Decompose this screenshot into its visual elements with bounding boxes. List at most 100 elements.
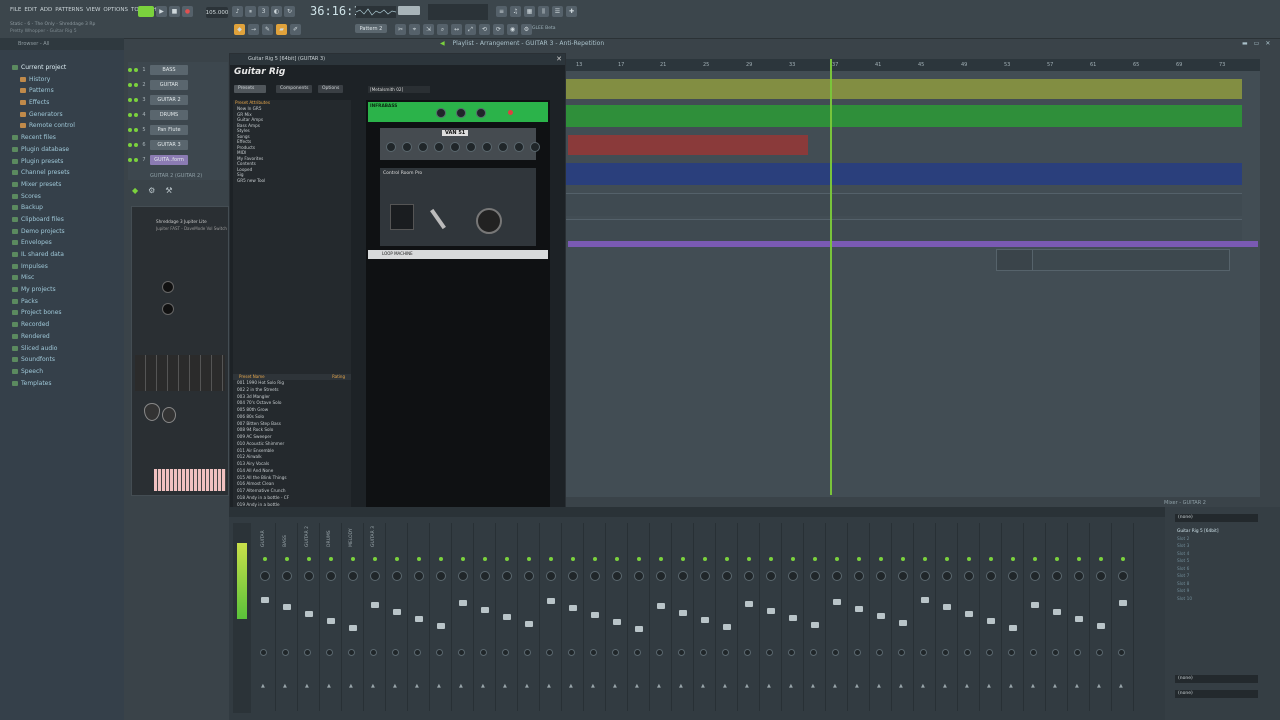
track-enable-led[interactable] xyxy=(527,557,531,561)
channel-rack-icon[interactable]: ▦ xyxy=(524,6,535,17)
pan-knob[interactable] xyxy=(898,571,908,581)
pan-knob[interactable] xyxy=(722,571,732,581)
mute-led[interactable] xyxy=(128,142,132,147)
track-enable-led[interactable] xyxy=(703,557,707,561)
browser-item[interactable]: Recent files xyxy=(12,132,124,144)
mixer-strip[interactable]: ▲ xyxy=(607,523,628,711)
stereo-knob[interactable] xyxy=(898,649,905,656)
volume-fader[interactable] xyxy=(613,619,621,625)
stereo-knob[interactable] xyxy=(942,649,949,656)
mixer-strip[interactable]: ▲ xyxy=(585,523,606,711)
tool-icon-6[interactable]: ⤢ xyxy=(465,24,476,35)
mixer-strip[interactable]: DRUMS ▲ xyxy=(321,523,342,711)
pan-knob[interactable] xyxy=(1008,571,1018,581)
tool-icon-3[interactable]: ⇲ xyxy=(423,24,434,35)
route-arrow-icon[interactable]: ▲ xyxy=(657,683,661,689)
countdown-icon[interactable]: 3 xyxy=(258,6,269,17)
stereo-knob[interactable] xyxy=(964,649,971,656)
volume-fader[interactable] xyxy=(943,604,951,610)
pan-knob[interactable] xyxy=(436,571,446,581)
stereo-knob[interactable] xyxy=(414,649,421,656)
tempo-display[interactable]: 105.000 xyxy=(206,7,228,18)
track-enable-led[interactable] xyxy=(593,557,597,561)
track-enable-led[interactable] xyxy=(373,557,377,561)
stereo-knob[interactable] xyxy=(744,649,751,656)
stereo-knob[interactable] xyxy=(304,649,311,656)
route-arrow-icon[interactable]: ▲ xyxy=(1119,683,1123,689)
volume-fader[interactable] xyxy=(547,598,555,604)
pat-song-toggle[interactable] xyxy=(138,6,154,17)
pan-knob[interactable] xyxy=(1030,571,1040,581)
track-enable-led[interactable] xyxy=(285,557,289,561)
track-enable-led[interactable] xyxy=(351,557,355,561)
browser-item[interactable]: Demo projects xyxy=(12,226,124,238)
preset-item[interactable]: 012 Airwalk xyxy=(233,454,351,461)
route-arrow-icon[interactable]: ▲ xyxy=(745,683,749,689)
route-arrow-icon[interactable]: ▲ xyxy=(349,683,353,689)
browser-item[interactable]: Project bones xyxy=(12,307,124,319)
metronome-icon[interactable]: ♪ xyxy=(232,6,243,17)
stereo-knob[interactable] xyxy=(524,649,531,656)
power-led[interactable] xyxy=(508,110,513,115)
menu-edit[interactable]: EDIT xyxy=(24,7,37,13)
clip-guitar-2[interactable] xyxy=(566,105,1242,127)
browser-item[interactable]: Packs xyxy=(12,296,124,308)
amp-knob[interactable] xyxy=(514,142,524,152)
piano-keyboard[interactable] xyxy=(154,469,226,491)
route-arrow-icon[interactable]: ▲ xyxy=(547,683,551,689)
fx-slot[interactable]: Slot 3 xyxy=(1165,543,1280,551)
volume-fader[interactable] xyxy=(261,597,269,603)
menu-patterns[interactable]: PATTERNS xyxy=(55,7,83,13)
route-arrow-icon[interactable]: ▲ xyxy=(679,683,683,689)
route-arrow-icon[interactable]: ▲ xyxy=(811,683,815,689)
tool-icon-1[interactable]: ✂ xyxy=(395,24,406,35)
track-enable-led[interactable] xyxy=(483,557,487,561)
mixer-strip[interactable]: ▲ xyxy=(695,523,716,711)
mixer-strip[interactable]: ▲ xyxy=(519,523,540,711)
mixer-strip[interactable]: BASS ▲ xyxy=(277,523,298,711)
playlist[interactable]: 13 17 21 25 29 33 37 41 45 49 53 57 61 6… xyxy=(566,59,1260,497)
volume-fader[interactable] xyxy=(833,599,841,605)
stereo-knob[interactable] xyxy=(1118,649,1125,656)
pan-knob[interactable] xyxy=(568,571,578,581)
module-knob[interactable] xyxy=(436,108,446,118)
pan-knob[interactable] xyxy=(304,571,314,581)
tool-icon-4[interactable]: ⌕ xyxy=(437,24,448,35)
route-arrow-icon[interactable]: ▲ xyxy=(481,683,485,689)
instrument-preset[interactable]: Jupiter FAST - DaveMode Vol Switch xyxy=(156,226,228,231)
clip-guitar[interactable] xyxy=(566,79,1242,99)
mixer-strip[interactable]: ▲ xyxy=(629,523,650,711)
amp-knob[interactable] xyxy=(418,142,428,152)
stereo-knob[interactable] xyxy=(480,649,487,656)
browser-item[interactable]: Generators xyxy=(12,109,124,121)
mute-led[interactable] xyxy=(128,82,132,87)
track-enable-led[interactable] xyxy=(813,557,817,561)
channel-row[interactable]: 6 GUITAR 3 xyxy=(128,137,228,152)
pan-knob[interactable] xyxy=(1074,571,1084,581)
mixer-strip[interactable]: ▲ xyxy=(1047,523,1068,711)
browser-item[interactable]: Mixer presets xyxy=(12,179,124,191)
volume-fader[interactable] xyxy=(371,602,379,608)
preset-item[interactable]: 016 Almost Clean xyxy=(233,481,351,488)
volume-fader[interactable] xyxy=(481,607,489,613)
route-arrow-icon[interactable]: ▲ xyxy=(833,683,837,689)
clip-melody[interactable] xyxy=(568,241,1258,247)
wrench-icon[interactable]: ⚒ xyxy=(165,186,172,195)
route-arrow-icon[interactable]: ▲ xyxy=(877,683,881,689)
mixer-strip[interactable]: GUITAR 3 ▲ xyxy=(365,523,386,711)
amp-knob[interactable] xyxy=(498,142,508,152)
channel-row[interactable]: 2 GUITAR xyxy=(128,77,228,92)
pan-knob[interactable] xyxy=(414,571,424,581)
stereo-knob[interactable] xyxy=(876,649,883,656)
route-arrow-icon[interactable]: ▲ xyxy=(569,683,573,689)
browser-item[interactable]: Channel presets xyxy=(12,167,124,179)
track-enable-led[interactable] xyxy=(967,557,971,561)
mute-led[interactable] xyxy=(128,157,132,162)
volume-fader[interactable] xyxy=(987,618,995,624)
mixer-strip[interactable]: ▲ xyxy=(563,523,584,711)
pan-knob[interactable] xyxy=(920,571,930,581)
volume-fader[interactable] xyxy=(899,620,907,626)
mixer-strip[interactable]: ▲ xyxy=(981,523,1002,711)
preset-item[interactable]: 017 Alternative Crunch xyxy=(233,488,351,495)
browser-item[interactable]: Plugin presets xyxy=(12,156,124,168)
